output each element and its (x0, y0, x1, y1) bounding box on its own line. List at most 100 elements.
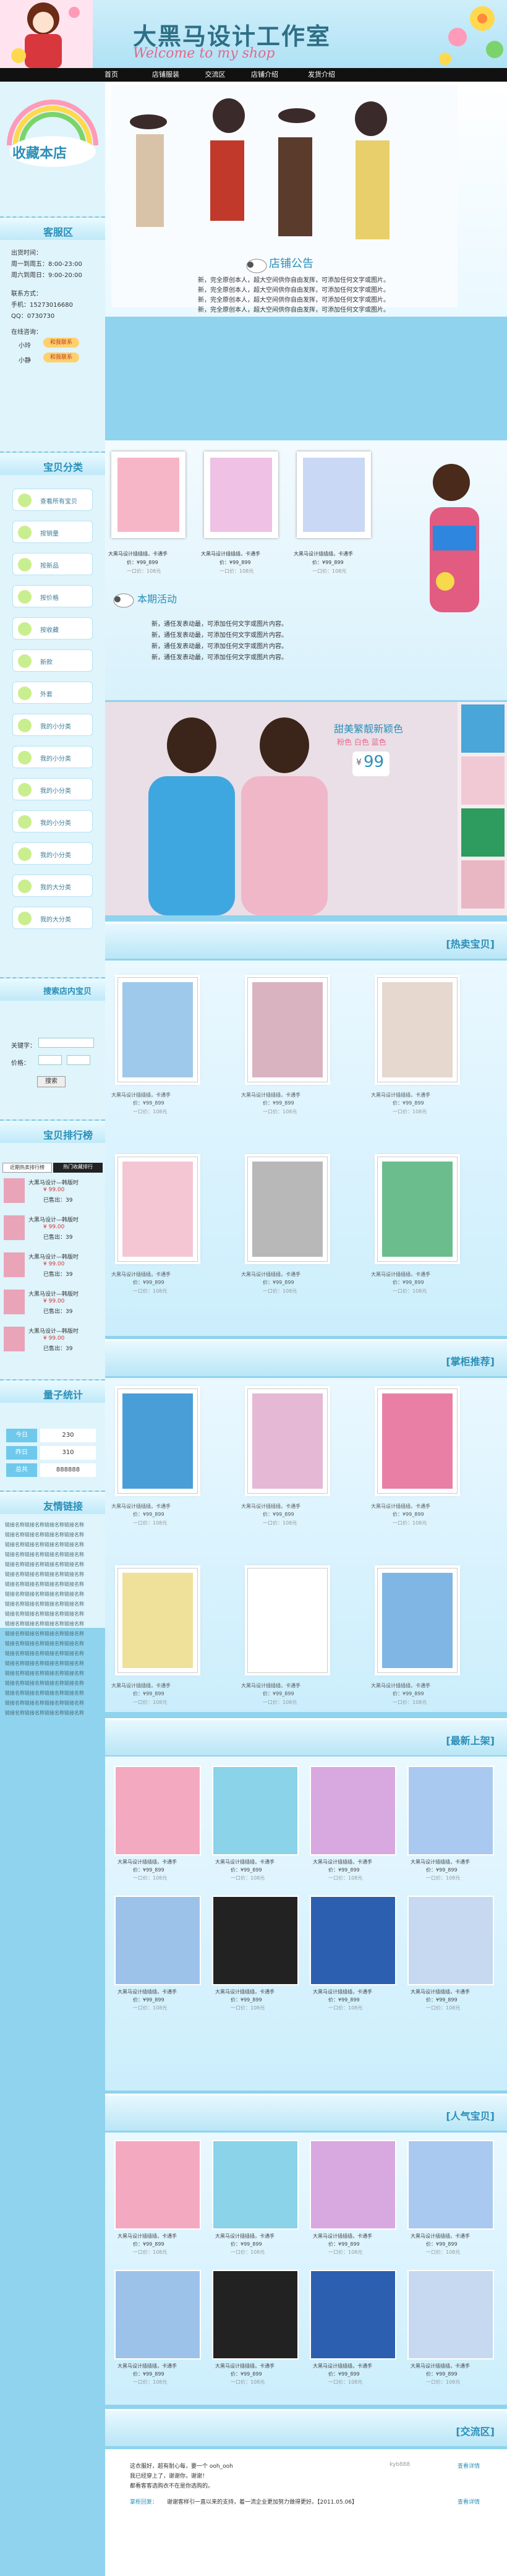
product-image[interactable] (382, 1573, 453, 1668)
category-item[interactable]: 我的大分类 (12, 875, 93, 897)
rank-name[interactable]: 大黑马设计—韩版时 (28, 1327, 79, 1335)
product-name[interactable]: 大黑马设计插插插，卡通手 (313, 2363, 372, 2369)
view-link-2[interactable]: 查看详情 (458, 2497, 480, 2505)
product-name[interactable]: 大黑马设计插插插，卡通手 (241, 1682, 300, 1689)
rank-tab-collect[interactable]: 热门收藏排行 (53, 1163, 103, 1173)
friend-link[interactable]: 链接名称链接名称链接名称链接名称 (5, 1650, 84, 1657)
category-item[interactable]: 查看所有宝贝 (12, 489, 93, 511)
friend-link[interactable]: 链接名称链接名称链接名称链接名称 (5, 1611, 84, 1617)
friend-link[interactable]: 链接名称链接名称链接名称链接名称 (5, 1581, 84, 1588)
category-item[interactable]: 按收藏 (12, 617, 93, 640)
friend-link[interactable]: 链接名称链接名称链接名称链接名称 (5, 1620, 84, 1627)
price-max-input[interactable] (67, 1055, 90, 1065)
product-photo[interactable] (310, 1766, 396, 1855)
friend-link[interactable]: 链接名称链接名称链接名称链接名称 (5, 1521, 84, 1528)
product-image[interactable] (122, 982, 193, 1077)
product-name[interactable]: 大黑马设计插插插，卡通手 (215, 2363, 275, 2369)
category-item[interactable]: 我的小分类 (12, 842, 93, 865)
nav-shipping[interactable]: 发货介绍 (297, 68, 346, 82)
product-image[interactable] (122, 1573, 193, 1668)
product-name[interactable]: 大黑马设计插插插，卡通手 (117, 2233, 177, 2240)
friend-link[interactable]: 链接名称链接名称链接名称链接名称 (5, 1561, 84, 1568)
promo-card-image[interactable] (117, 458, 179, 532)
rank-name[interactable]: 大黑马设计—韩版时 (28, 1290, 79, 1298)
promo-card-name[interactable]: 大黑马设计插插插，卡通手 (294, 550, 353, 557)
product-photo[interactable] (212, 1896, 299, 1985)
nav-exchange[interactable]: 交流区 (190, 68, 240, 82)
view-link-1[interactable]: 查看详情 (458, 2462, 480, 2470)
category-item[interactable]: 按价格 (12, 585, 93, 607)
category-item[interactable]: 我的小分类 (12, 746, 93, 768)
product-name[interactable]: 大黑马设计插插插，卡通手 (117, 2363, 177, 2369)
friend-link[interactable]: 链接名称链接名称链接名称链接名称 (5, 1571, 84, 1578)
category-item[interactable]: 新款 (12, 649, 93, 672)
product-image[interactable] (252, 1162, 323, 1257)
product-name[interactable]: 大黑马设计插插插，卡通手 (117, 1859, 177, 1865)
thumb-1[interactable] (461, 704, 505, 753)
product-name[interactable]: 大黑马设计插插插，卡通手 (117, 1988, 177, 1995)
promo-card-image[interactable] (303, 458, 365, 532)
product-photo[interactable] (310, 1896, 396, 1985)
collect-block[interactable]: 收藏本店 (0, 87, 105, 179)
friend-link[interactable]: 链接名称链接名称链接名称链接名称 (5, 1601, 84, 1607)
product-photo[interactable] (407, 1896, 494, 1985)
product-photo[interactable] (310, 2140, 396, 2230)
nav-about[interactable]: 店铺介绍 (240, 68, 289, 82)
product-image[interactable] (252, 1573, 323, 1668)
product-photo[interactable] (114, 1896, 201, 1985)
category-item[interactable]: 按新品 (12, 553, 93, 575)
category-item[interactable]: 我的小分类 (12, 778, 93, 800)
nav-home[interactable]: 首页 (87, 68, 136, 82)
rank-thumb[interactable] (4, 1327, 25, 1351)
keyword-input[interactable] (38, 1038, 94, 1048)
product-name[interactable]: 大黑马设计插插插，卡通手 (313, 1988, 372, 1995)
product-name[interactable]: 大黑马设计插插插，卡通手 (111, 1503, 171, 1510)
category-item[interactable]: 按销量 (12, 521, 93, 543)
product-name[interactable]: 大黑马设计插插插，卡通手 (371, 1092, 430, 1098)
product-image[interactable] (382, 982, 453, 1077)
product-image[interactable] (122, 1162, 193, 1257)
rank-tab-hot[interactable]: 近期热卖排行榜 (2, 1163, 52, 1173)
category-item[interactable]: 我的小分类 (12, 714, 93, 736)
friend-link[interactable]: 链接名称链接名称链接名称链接名称 (5, 1630, 84, 1637)
product-photo[interactable] (407, 2270, 494, 2360)
product-name[interactable]: 大黑马设计插插插，卡通手 (215, 2233, 275, 2240)
product-photo[interactable] (407, 1766, 494, 1855)
thumb-2[interactable] (461, 756, 505, 805)
product-name[interactable]: 大黑马设计插插插，卡通手 (411, 1988, 470, 1995)
price-min-input[interactable] (38, 1055, 62, 1065)
rank-name[interactable]: 大黑马设计—韩版时 (28, 1178, 79, 1186)
thumb-4[interactable] (461, 860, 505, 909)
product-image[interactable] (382, 1393, 453, 1489)
friend-link[interactable]: 链接名称链接名称链接名称链接名称 (5, 1690, 84, 1697)
rank-thumb[interactable] (4, 1215, 25, 1240)
friend-link[interactable]: 链接名称链接名称链接名称链接名称 (5, 1709, 84, 1716)
product-photo[interactable] (212, 2270, 299, 2360)
product-image[interactable] (122, 1393, 193, 1489)
category-item[interactable]: 我的大分类 (12, 907, 93, 929)
promo-card-name[interactable]: 大黑马设计插插插，卡通手 (108, 550, 168, 557)
promo-card-name[interactable]: 大黑马设计插插插，卡通手 (201, 550, 260, 557)
product-name[interactable]: 大黑马设计插插插，卡通手 (371, 1503, 430, 1510)
friend-link[interactable]: 链接名称链接名称链接名称链接名称 (5, 1541, 84, 1548)
product-name[interactable]: 大黑马设计插插插，卡通手 (313, 1859, 372, 1865)
promo-card-image[interactable] (210, 458, 272, 532)
product-name[interactable]: 大黑马设计插插插，卡通手 (371, 1271, 430, 1278)
product-name[interactable]: 大黑马设计插插插，卡通手 (411, 2363, 470, 2369)
friend-link[interactable]: 链接名称链接名称链接名称链接名称 (5, 1531, 84, 1538)
product-name[interactable]: 大黑马设计插插插，卡通手 (313, 2233, 372, 2240)
product-name[interactable]: 大黑马设计插插插，卡通手 (215, 1859, 275, 1865)
product-name[interactable]: 大黑马设计插插插，卡通手 (241, 1092, 300, 1098)
product-name[interactable]: 大黑马设计插插插，卡通手 (111, 1271, 171, 1278)
product-photo[interactable] (407, 2140, 494, 2230)
friend-link[interactable]: 链接名称链接名称链接名称链接名称 (5, 1640, 84, 1647)
collect-label[interactable]: 收藏本店 (12, 142, 67, 162)
product-name[interactable]: 大黑马设计插插插，卡通手 (371, 1682, 430, 1689)
product-image[interactable] (252, 982, 323, 1077)
product-photo[interactable] (212, 2140, 299, 2230)
product-photo[interactable] (310, 2270, 396, 2360)
ww-button-1[interactable]: 和我联系 (43, 338, 79, 348)
rank-name[interactable]: 大黑马设计—韩版时 (28, 1252, 79, 1260)
friend-link[interactable]: 链接名称链接名称链接名称链接名称 (5, 1680, 84, 1687)
category-item[interactable]: 我的小分类 (12, 810, 93, 832)
